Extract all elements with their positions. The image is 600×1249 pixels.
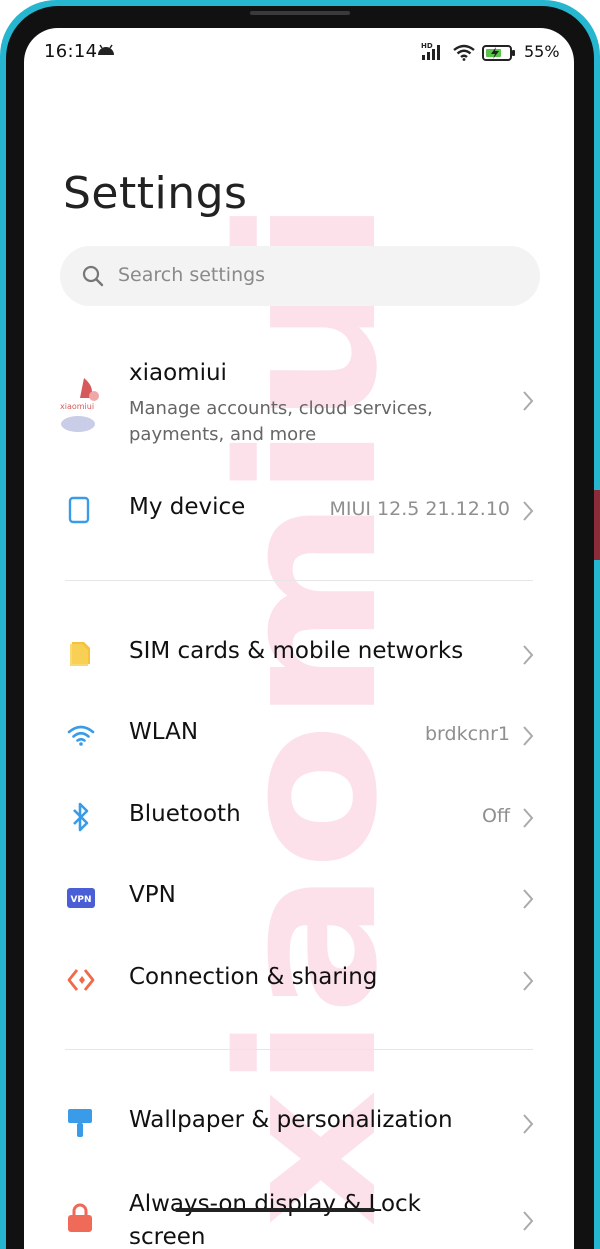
item-value: Off bbox=[481, 805, 510, 827]
battery-icon bbox=[482, 45, 515, 61]
item-label: Wallpaper & personalization bbox=[129, 1107, 453, 1133]
item-label: Connection & sharing bbox=[129, 964, 378, 990]
chevron-right-icon bbox=[523, 1114, 534, 1134]
item-value: brdkcnr1 bbox=[425, 723, 510, 745]
item-label: Always-on display & Lock screen bbox=[129, 1191, 421, 1249]
settings-item-my-device[interactable]: My device MIUI 12.5 21.12.10 bbox=[24, 494, 574, 530]
lock-icon bbox=[68, 1203, 92, 1232]
item-label: WLAN bbox=[129, 719, 199, 745]
item-label: VPN bbox=[129, 882, 176, 908]
chevron-right-icon bbox=[523, 808, 534, 828]
wifi-icon bbox=[67, 725, 95, 746]
settings-item-bluetooth[interactable]: Bluetooth Off bbox=[24, 801, 574, 837]
search-placeholder: Search settings bbox=[118, 264, 266, 286]
status-time: 16:14 bbox=[44, 41, 98, 62]
settings-item-always-on[interactable]: Always-on display & Lock screen bbox=[24, 1188, 574, 1249]
connection-sharing-icon bbox=[67, 969, 95, 991]
watermark-text: xiaomiui bbox=[198, 198, 419, 1228]
item-label: SIM cards & mobile networks bbox=[129, 638, 464, 664]
vpn-icon: VPN bbox=[67, 888, 95, 908]
phone-icon bbox=[68, 496, 90, 524]
avatar-logo-text: xiaomiui bbox=[60, 402, 94, 411]
section-divider bbox=[65, 580, 533, 581]
settings-item-connection-sharing[interactable]: Connection & sharing bbox=[24, 964, 574, 1000]
item-label: Bluetooth bbox=[129, 801, 241, 827]
home-indicator[interactable] bbox=[175, 1208, 375, 1212]
account-avatar: xiaomiui bbox=[60, 378, 99, 432]
sim-card-icon bbox=[70, 642, 90, 666]
search-bar[interactable]: Search settings bbox=[60, 246, 540, 306]
bluetooth-icon bbox=[73, 802, 89, 832]
watermark: xiaomiui bbox=[198, 198, 419, 1228]
android-debug-icon bbox=[98, 44, 114, 55]
status-bar: 16:14 HD 55% bbox=[24, 28, 574, 76]
paint-roller-icon bbox=[68, 1109, 92, 1137]
vpn-icon-text: VPN bbox=[70, 895, 91, 905]
account-row[interactable]: xiaomiui xiaomiui Manage accounts, cloud… bbox=[24, 360, 574, 450]
network-type-label: HD bbox=[421, 42, 433, 50]
settings-item-wlan[interactable]: WLAN brdkcnr1 bbox=[24, 719, 574, 755]
account-name: xiaomiui bbox=[129, 360, 227, 386]
section-divider bbox=[65, 1049, 533, 1050]
screen: xiaomiui 16:14 HD 55% Settings Search se… bbox=[24, 28, 574, 1249]
signal-icon: HD bbox=[421, 42, 440, 60]
search-icon bbox=[82, 265, 104, 287]
wifi-status-icon bbox=[453, 44, 475, 61]
earpiece-speaker bbox=[250, 11, 350, 15]
chevron-right-icon bbox=[523, 1211, 534, 1231]
item-value: MIUI 12.5 21.12.10 bbox=[329, 498, 511, 520]
chevron-right-icon bbox=[523, 645, 534, 665]
chevron-right-icon bbox=[523, 501, 534, 521]
settings-item-wallpaper[interactable]: Wallpaper & personalization bbox=[24, 1107, 574, 1143]
chevron-right-icon bbox=[523, 391, 534, 411]
chevron-right-icon bbox=[523, 971, 534, 991]
settings-item-vpn[interactable]: VPN VPN bbox=[24, 882, 574, 918]
account-subtitle: Manage accounts, cloud services, payment… bbox=[129, 398, 433, 445]
page-title: Settings bbox=[63, 168, 248, 219]
chevron-right-icon bbox=[523, 889, 534, 909]
side-button bbox=[594, 490, 600, 560]
chevron-right-icon bbox=[523, 726, 534, 746]
battery-percent: 55% bbox=[524, 42, 560, 61]
item-label: My device bbox=[129, 494, 246, 520]
settings-item-sim-cards[interactable]: SIM cards & mobile networks bbox=[24, 638, 574, 674]
